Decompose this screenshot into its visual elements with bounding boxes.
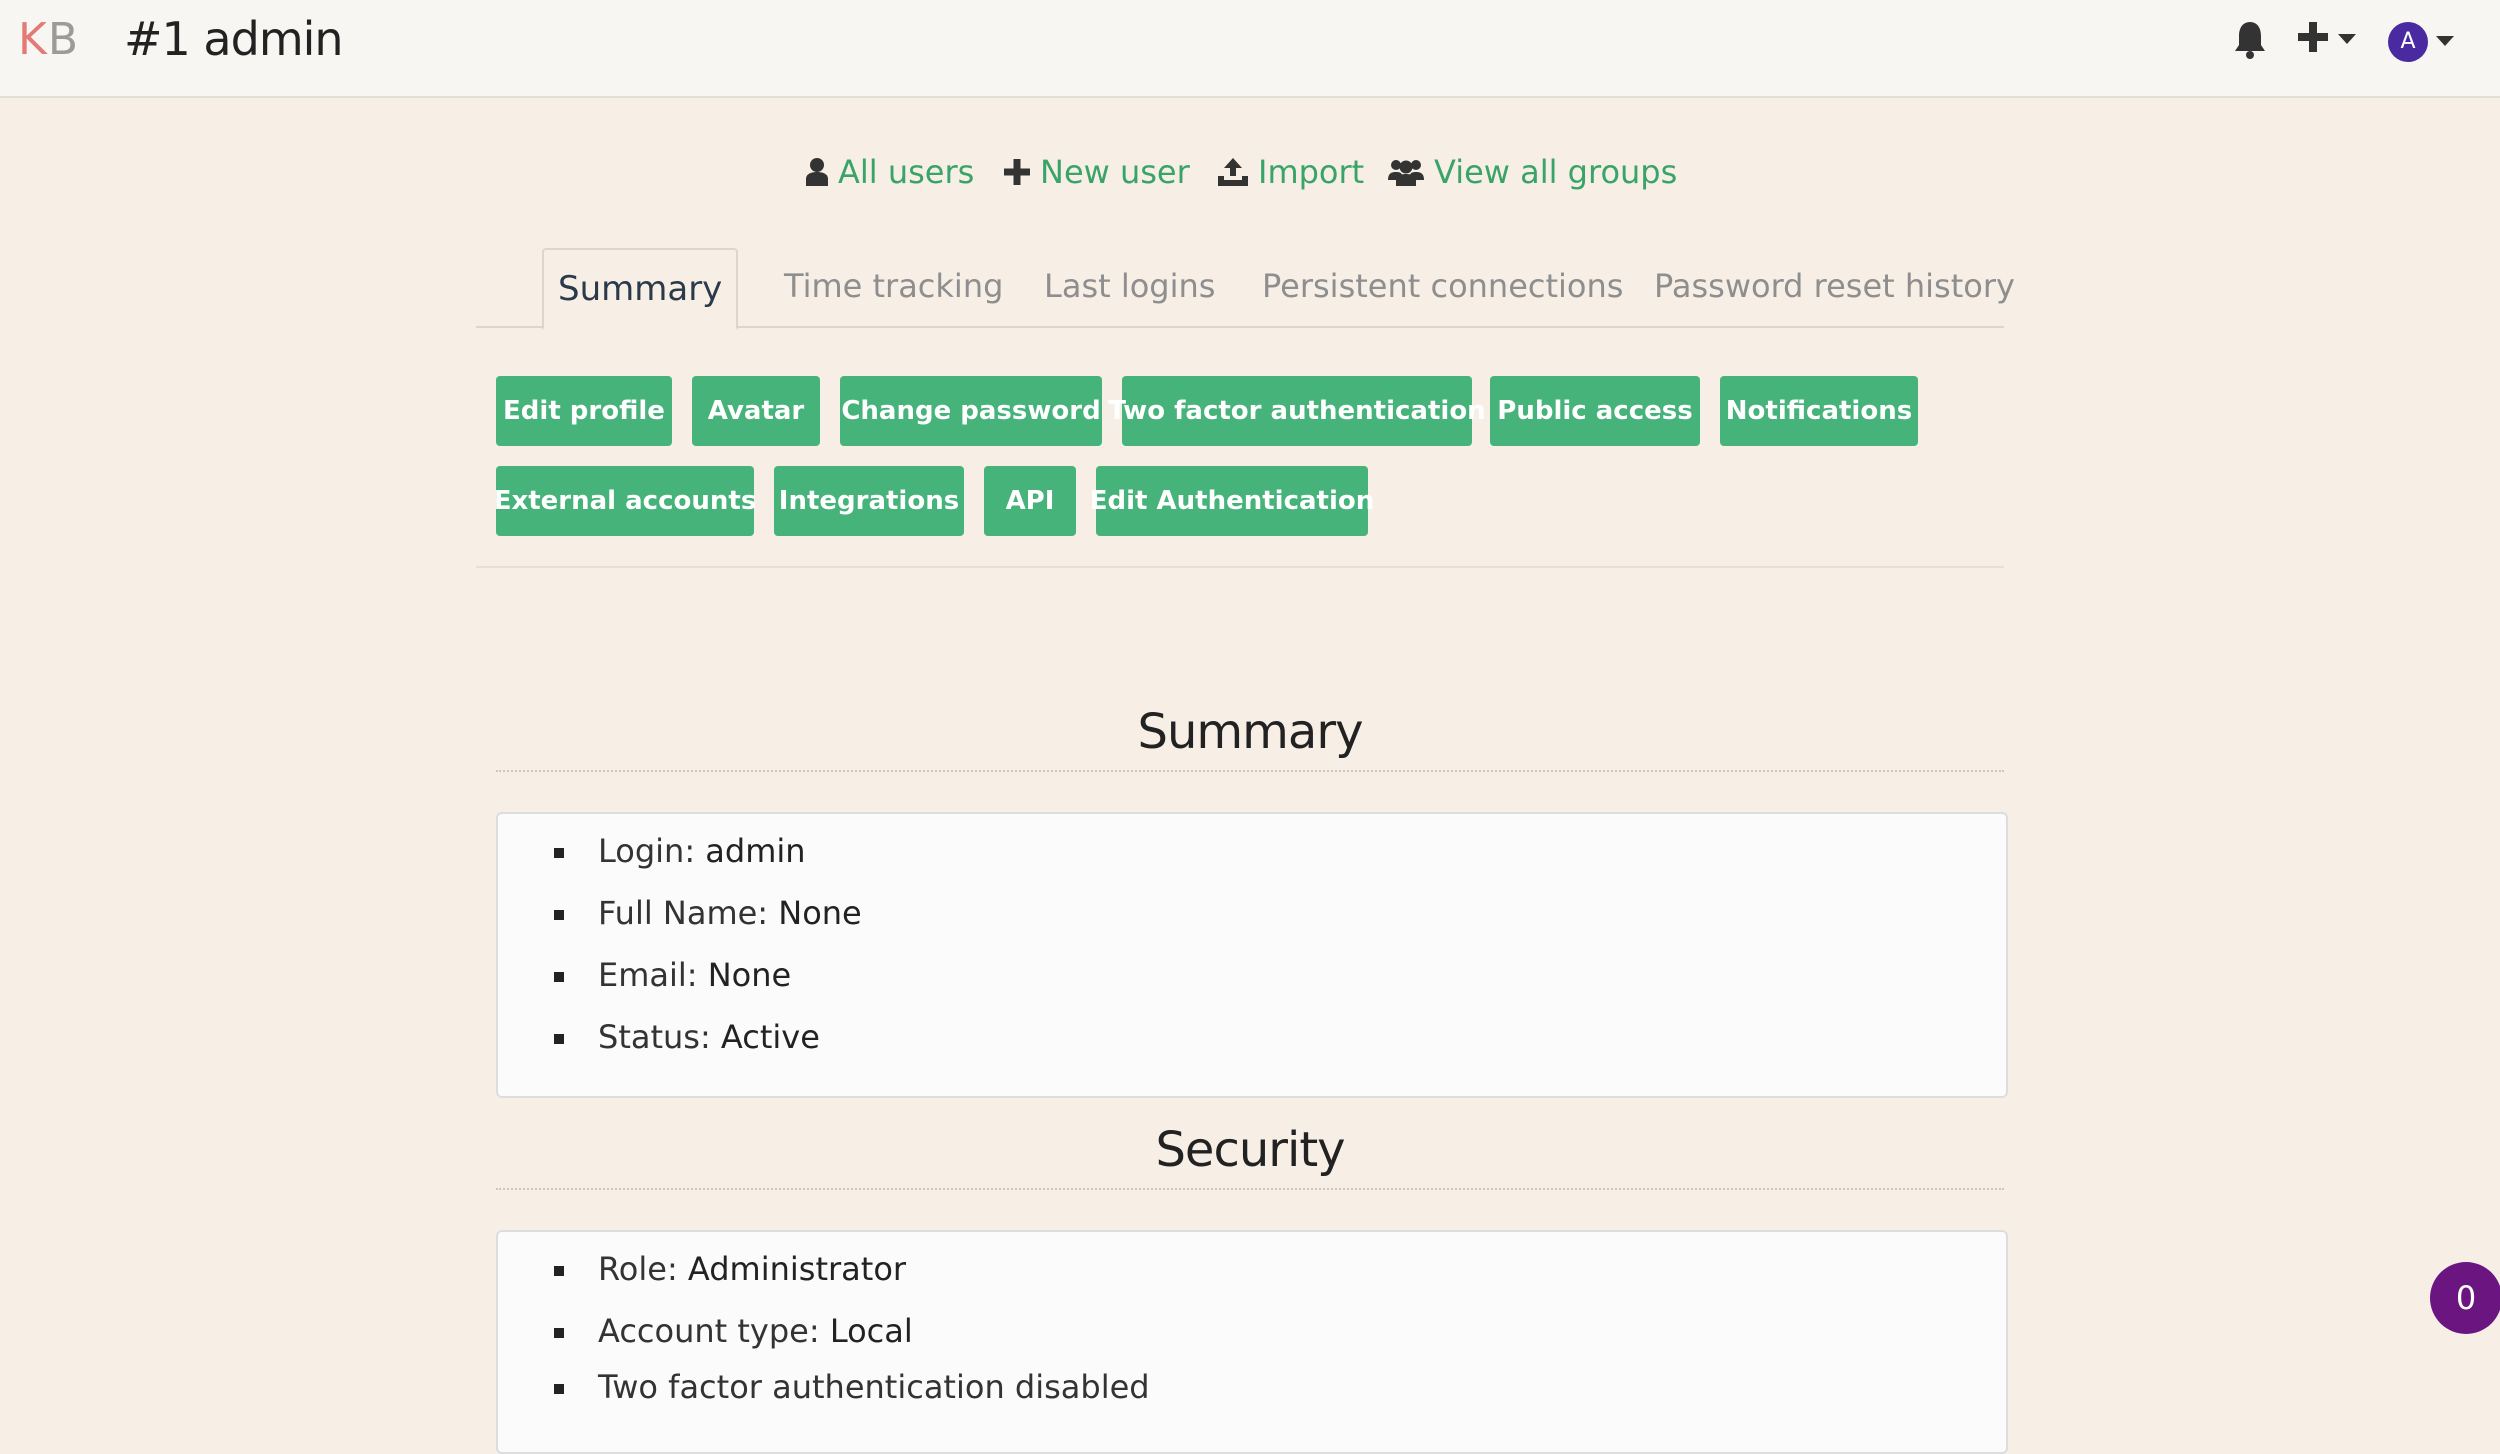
top-bar: KB #1 admin A (0, 0, 2500, 98)
bullet (554, 848, 564, 858)
import-link[interactable]: Import (1218, 148, 1364, 196)
user-icon (806, 158, 828, 186)
login-value: admin (705, 832, 806, 870)
summary-heading-underline (496, 770, 2004, 772)
full-name-label: Full Name: (598, 894, 769, 932)
logo[interactable]: KB (18, 14, 79, 65)
tab-summary[interactable]: Summary (542, 248, 739, 330)
user-menu[interactable]: A (2388, 22, 2462, 66)
notifications-button[interactable]: Notifications (1720, 376, 1918, 446)
all-users-link[interactable]: All users (806, 148, 974, 196)
logo-k: K (18, 14, 48, 65)
avatar-button[interactable]: Avatar (692, 376, 820, 446)
edit-authentication-button[interactable]: Edit Authentication (1090, 466, 1374, 536)
status-label: Status: (598, 1018, 711, 1056)
page-title: #1 admin (124, 12, 344, 66)
security-panel: Role: Administrator Account type: Local … (496, 1230, 2008, 1454)
summary-heading: Summary (1137, 704, 1364, 760)
bell-icon[interactable] (2232, 20, 2268, 60)
user-actions: All users New user Import View all group… (0, 148, 2500, 196)
tab-password-reset-history[interactable]: Password reset history (1654, 246, 2015, 326)
view-all-groups-label: View all groups (1434, 153, 1678, 191)
change-password-button[interactable]: Change password (840, 376, 1102, 446)
public-access-button[interactable]: Public access (1490, 376, 1700, 446)
full-name-value: None (778, 894, 862, 932)
tab-time-tracking[interactable]: Time tracking (784, 246, 1003, 326)
edit-profile-button[interactable]: Edit profile (496, 376, 672, 446)
plus-icon (1004, 159, 1030, 185)
tab-persistent-connections[interactable]: Persistent connections (1262, 246, 1623, 326)
role-value: Administrator (687, 1250, 907, 1288)
divider (476, 566, 2004, 568)
bullet (554, 972, 564, 982)
import-label: Import (1258, 153, 1365, 191)
new-user-link[interactable]: New user (1004, 148, 1190, 196)
bullet (554, 1384, 564, 1394)
account-type-label: Account type: (598, 1312, 820, 1350)
bullet (554, 1266, 564, 1276)
account-type-value: Local (829, 1312, 913, 1350)
new-user-label: New user (1040, 153, 1190, 191)
chevron-down-icon (2338, 34, 2356, 44)
security-heading: Security (1155, 1122, 1345, 1178)
two-factor-authentication-button[interactable]: Two factor authentication (1108, 376, 1486, 446)
bullet (554, 1328, 564, 1338)
two-factor-status-label: Two factor authentication disabled (598, 1368, 1150, 1406)
external-accounts-button[interactable]: External accounts (494, 466, 756, 536)
status-value: Active (720, 1018, 820, 1056)
login-label: Login: (598, 832, 696, 870)
view-all-groups-link[interactable]: View all groups (1388, 148, 1677, 196)
tab-bar: Summary Time tracking Last logins Persis… (476, 246, 2015, 330)
avatar: A (2388, 22, 2428, 62)
email-value: None (707, 956, 792, 994)
summary-panel: Login: admin Full Name: None Email: None… (496, 812, 2008, 1098)
api-button[interactable]: API (984, 466, 1076, 536)
plus-icon (2298, 22, 2328, 52)
bullet (554, 910, 564, 920)
role-label: Role: (598, 1250, 678, 1288)
integrations-button[interactable]: Integrations (774, 466, 964, 536)
email-label: Email: (598, 956, 698, 994)
users-icon (1388, 160, 1424, 186)
tab-last-logins[interactable]: Last logins (1044, 246, 1215, 326)
create-menu[interactable] (2298, 20, 2362, 60)
upload-icon (1218, 158, 1248, 186)
all-users-label: All users (838, 153, 975, 191)
notification-count-badge[interactable]: 0 (2430, 1262, 2500, 1334)
security-heading-underline (496, 1188, 2004, 1190)
bullet (554, 1034, 564, 1044)
logo-b: B (47, 14, 80, 65)
chevron-down-icon (2436, 36, 2454, 46)
